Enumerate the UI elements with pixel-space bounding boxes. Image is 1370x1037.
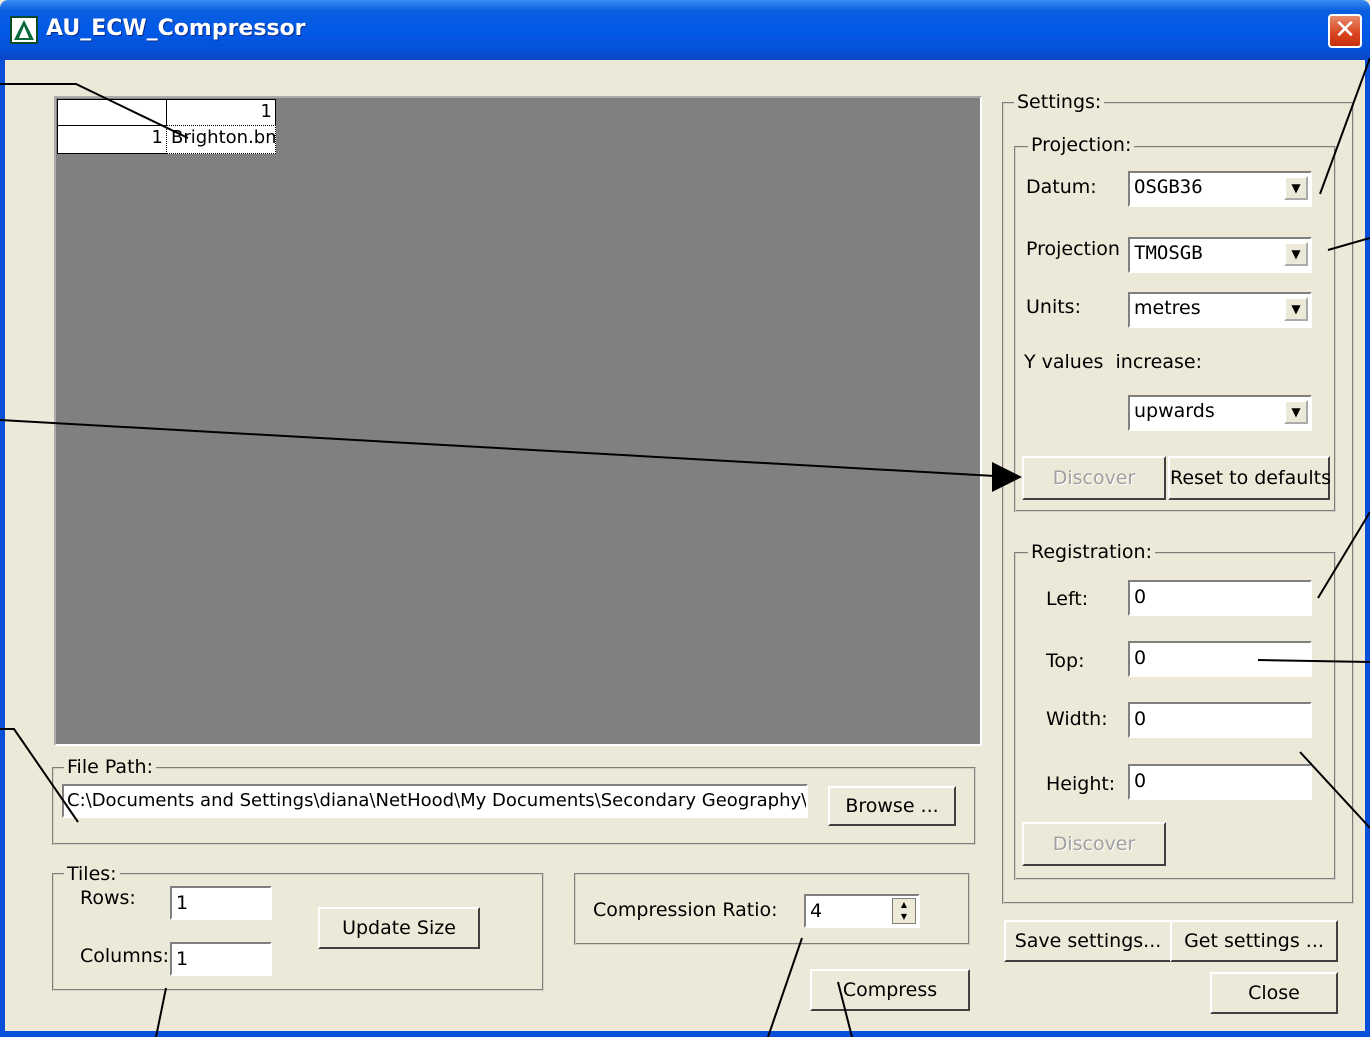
chevron-down-icon[interactable]: ▼: [1284, 400, 1308, 424]
spin-up-icon[interactable]: ▲: [893, 899, 915, 911]
tile-grid-area[interactable]: [54, 96, 982, 746]
grid-cell-filename[interactable]: Brighton.bmp: [166, 125, 276, 154]
file-path-label: File Path:: [64, 756, 156, 778]
top-input[interactable]: 0: [1128, 641, 1312, 677]
close-button[interactable]: Close: [1210, 972, 1338, 1014]
grid-corner-cell: [57, 99, 167, 126]
close-window-icon[interactable]: ✕: [1328, 14, 1362, 48]
window-frame-bottom: [0, 1031, 1370, 1037]
units-value: metres: [1134, 297, 1201, 319]
app-icon: [10, 16, 38, 44]
columns-label: Columns:: [80, 945, 170, 967]
reset-defaults-button[interactable]: Reset to defaults: [1168, 456, 1331, 500]
compression-ratio-value: 4: [810, 900, 823, 922]
window-title: AU_ECW_Compressor: [46, 16, 306, 41]
registration-label: Registration:: [1028, 541, 1155, 563]
columns-input[interactable]: 1: [170, 942, 272, 976]
width-label: Width:: [1046, 708, 1108, 730]
width-input[interactable]: 0: [1128, 702, 1312, 738]
datum-label: Datum:: [1026, 176, 1097, 198]
compress-button[interactable]: Compress: [810, 969, 970, 1011]
window-frame-left: [0, 60, 5, 1037]
height-input[interactable]: 0: [1128, 764, 1312, 800]
height-label: Height:: [1046, 773, 1116, 795]
left-label: Left:: [1046, 588, 1089, 610]
file-path-input[interactable]: C:\Documents and Settings\diana\NetHood\…: [62, 784, 808, 818]
chevron-down-icon[interactable]: ▼: [1284, 242, 1308, 266]
projection-discover-button[interactable]: Discover: [1022, 456, 1166, 500]
callout-line-compression: [767, 937, 803, 1037]
y-values-select[interactable]: upwards ▼: [1128, 395, 1312, 431]
compression-ratio-input[interactable]: 4 ▲ ▼: [804, 894, 920, 928]
save-settings-button[interactable]: Save settings...: [1004, 920, 1172, 962]
left-input[interactable]: 0: [1128, 580, 1312, 616]
projection-select[interactable]: TMOSGB ▼: [1128, 237, 1312, 273]
grid-column-header: 1: [166, 99, 276, 126]
projection-label: Projection: [1026, 238, 1120, 260]
chevron-down-icon[interactable]: ▼: [1284, 176, 1308, 200]
browse-button[interactable]: Browse ...: [828, 786, 956, 826]
compression-spinner[interactable]: ▲ ▼: [892, 898, 916, 924]
datum-select[interactable]: OSGB36 ▼: [1128, 171, 1312, 207]
rows-label: Rows:: [80, 887, 136, 909]
update-size-button[interactable]: Update Size: [318, 907, 480, 949]
units-label: Units:: [1026, 296, 1081, 318]
projection-group-label: Projection:: [1028, 134, 1135, 156]
top-label: Top:: [1046, 650, 1085, 672]
spin-down-icon[interactable]: ▼: [893, 911, 915, 923]
y-values-label: Y values increase:: [1024, 351, 1203, 373]
window-frame-right: [1365, 60, 1370, 1037]
grid-row-header: 1: [57, 125, 167, 154]
settings-label: Settings:: [1014, 91, 1105, 113]
get-settings-button[interactable]: Get settings ...: [1170, 920, 1338, 962]
datum-value: OSGB36: [1134, 176, 1203, 198]
compression-ratio-label: Compression Ratio:: [593, 899, 778, 921]
rows-input[interactable]: 1: [170, 886, 272, 920]
tiles-label: Tiles:: [64, 863, 120, 885]
callout-line-tiles: [155, 987, 167, 1037]
chevron-down-icon[interactable]: ▼: [1284, 297, 1308, 321]
units-select[interactable]: metres ▼: [1128, 292, 1312, 328]
y-values-value: upwards: [1134, 400, 1215, 422]
projection-value: TMOSGB: [1134, 242, 1203, 264]
registration-discover-button[interactable]: Discover: [1022, 822, 1166, 866]
